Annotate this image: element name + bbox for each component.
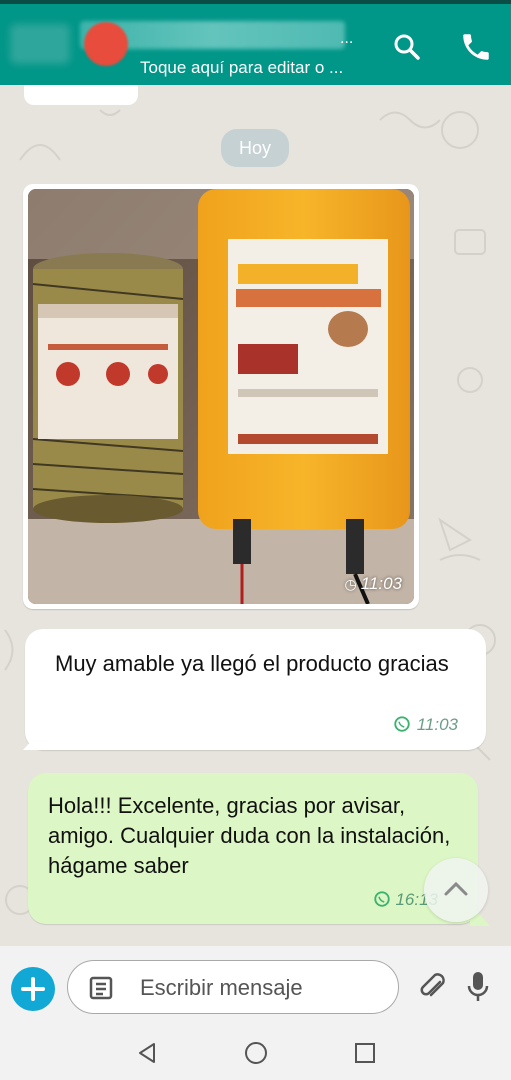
- system-navigation-bar: [0, 1026, 511, 1080]
- plus-icon[interactable]: [11, 967, 55, 1011]
- paperclip-icon[interactable]: [418, 970, 448, 1004]
- chat-header[interactable]: ... Toque aquí para editar o ...: [0, 0, 511, 85]
- phone-icon[interactable]: [459, 30, 493, 64]
- incoming-message-text: Muy amable ya llegó el producto gracias: [55, 651, 449, 676]
- sticker-icon[interactable]: [88, 974, 116, 1002]
- incoming-bubble-tail: [23, 728, 43, 750]
- home-icon[interactable]: [241, 1038, 271, 1068]
- incoming-message-bubble[interactable]: Muy amable ya llegó el producto gracias …: [25, 629, 486, 750]
- header-subtitle[interactable]: Toque aquí para editar o ...: [140, 58, 370, 78]
- message-input[interactable]: Escribir mensaje: [67, 960, 399, 1014]
- microphone-icon[interactable]: [465, 970, 491, 1004]
- more-dots: ...: [340, 30, 354, 47]
- image-time-text: 11:03: [360, 574, 402, 593]
- incoming-time-text: 11:03: [416, 715, 458, 734]
- image-timestamp: ◷ 11:03: [345, 574, 403, 594]
- date-divider: Hoy: [221, 129, 289, 167]
- image-message-bubble[interactable]: ◷ 11:03: [23, 184, 419, 609]
- back-icon[interactable]: [132, 1038, 162, 1068]
- product-photo[interactable]: ◷ 11:03: [28, 189, 414, 604]
- clock-icon: ◷: [344, 576, 357, 592]
- message-placeholder: Escribir mensaje: [140, 975, 303, 1000]
- scroll-to-bottom-button[interactable]: [424, 858, 488, 922]
- recents-icon[interactable]: [350, 1038, 380, 1068]
- chevron-up-icon: [444, 881, 468, 896]
- previous-message-bubble[interactable]: [24, 85, 138, 105]
- incoming-timestamp: 11:03: [393, 715, 458, 735]
- back-and-avatar-blurred[interactable]: [10, 24, 70, 64]
- whatsapp-icon: [394, 716, 410, 732]
- outgoing-message-text: Hola!!! Excelente, gracias por avisar, a…: [48, 793, 451, 878]
- contact-avatar[interactable]: [84, 22, 128, 66]
- whatsapp-icon: [374, 891, 391, 907]
- outgoing-message-bubble[interactable]: Hola!!! Excelente, gracias por avisar, a…: [28, 773, 478, 924]
- photo-illustration: [28, 189, 414, 604]
- search-icon[interactable]: [390, 30, 424, 64]
